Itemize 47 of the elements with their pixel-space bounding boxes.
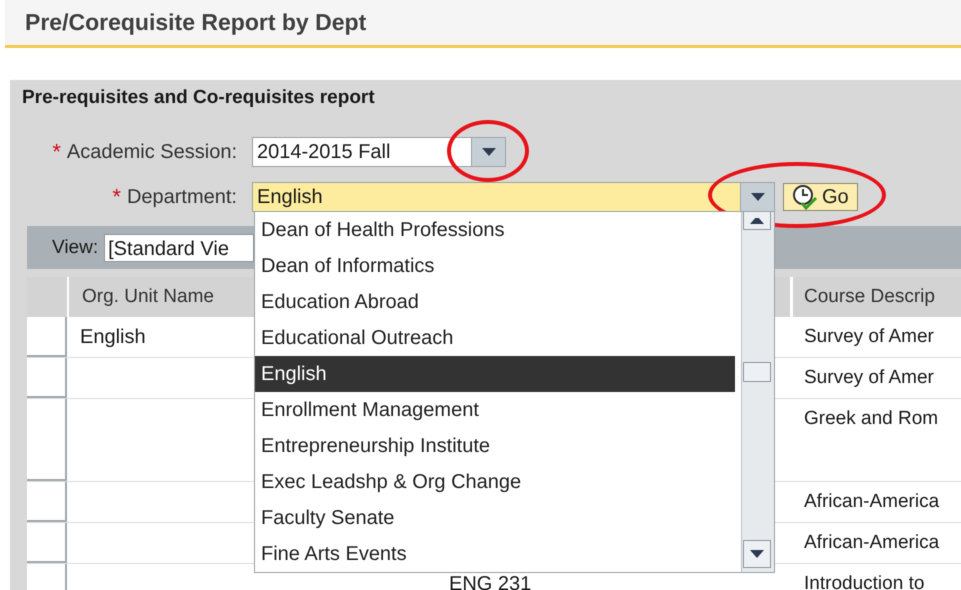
- field-label: Academic Session:: [66, 140, 237, 164]
- dropdown-option[interactable]: Dean of Health Professions: [255, 212, 735, 248]
- required-mark: *: [52, 139, 61, 165]
- caret-icon: [750, 218, 764, 224]
- scrollbar[interactable]: [741, 212, 774, 572]
- dropdown-option[interactable]: English: [255, 356, 735, 392]
- go-button[interactable]: Go: [783, 183, 858, 211]
- dropdown-option[interactable]: Fine Arts Events: [255, 536, 735, 572]
- clock-check-icon: [792, 184, 818, 210]
- dropdown-button[interactable]: [471, 138, 505, 166]
- field-label: Department:: [126, 186, 237, 208]
- dropdown-option[interactable]: Educational Outreach: [255, 320, 735, 356]
- scroll-thumb[interactable]: [743, 362, 771, 382]
- dropdown-field[interactable]: 2014-2015 Fall: [252, 137, 506, 167]
- row-selector[interactable]: [27, 523, 67, 563]
- dropdown-field[interactable]: English: [252, 182, 775, 212]
- view-dropdown[interactable]: [Standard Vie: [104, 234, 254, 262]
- table-cell: Introduction to: [804, 573, 924, 590]
- row-selector[interactable]: [27, 399, 67, 481]
- table-cell: African-America: [804, 532, 940, 553]
- required-mark: *: [112, 184, 121, 210]
- row-selector[interactable]: [27, 358, 67, 398]
- dropdown-option[interactable]: Education Abroad: [255, 284, 735, 320]
- page-title: Pre/Corequisite Report by Dept: [25, 9, 366, 36]
- dropdown-button[interactable]: [740, 183, 774, 211]
- table-cell: Survey of Amer: [804, 367, 934, 388]
- scroll-down-button[interactable]: [743, 540, 771, 568]
- caret-icon: [750, 550, 764, 558]
- dropdown-option[interactable]: Faculty Senate: [255, 500, 735, 536]
- row-selector[interactable]: [27, 482, 67, 522]
- table-cell: Greek and Rom: [804, 408, 938, 429]
- caret-icon: [482, 148, 496, 156]
- row-selector[interactable]: [27, 317, 67, 357]
- table-cell: ENG 231: [449, 573, 532, 590]
- dropdown-option[interactable]: Entrepreneurship Institute: [255, 428, 735, 464]
- table-cell: Survey of Amer: [804, 326, 934, 347]
- column-header[interactable]: Course Descrip: [790, 277, 961, 317]
- column-header[interactable]: Org. Unit Name: [67, 277, 255, 317]
- panel-title: Pre-requisites and Co-requisites report: [22, 86, 376, 110]
- table-cell: African-America: [804, 491, 940, 512]
- scroll-up-button[interactable]: [743, 212, 771, 230]
- view-label: View:: [52, 236, 98, 258]
- table-cell: English: [80, 326, 146, 348]
- dropdown-option[interactable]: Dean of Informatics: [255, 248, 735, 284]
- caret-icon: [750, 193, 764, 201]
- dropdown-option[interactable]: Exec Leadshp & Org Change: [255, 464, 735, 500]
- dropdown-option[interactable]: Enrollment Management: [255, 392, 735, 428]
